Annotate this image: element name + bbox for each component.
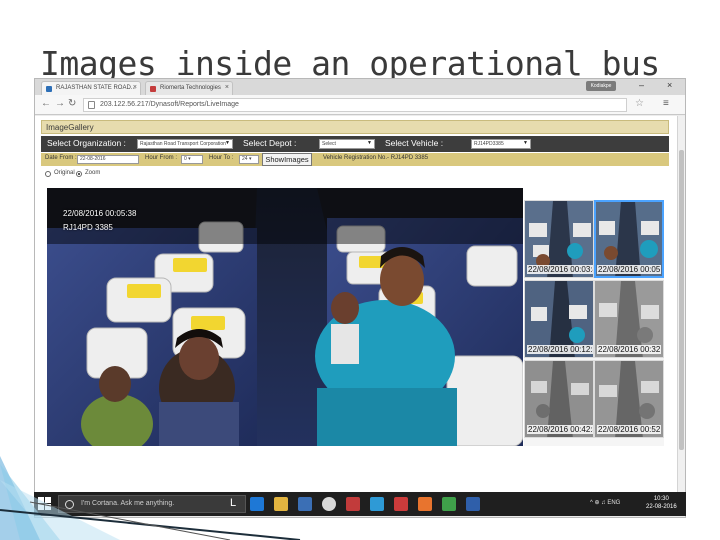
org-select-value: Rajasthan Road Transport Corporation — [140, 141, 226, 147]
thumbnail-timestamp: 22/08/2016 00:12:50 — [527, 345, 593, 354]
thumbnail-timestamp: 22/08/2016 00:32 — [597, 345, 662, 354]
page-scrollbar[interactable] — [677, 116, 685, 496]
thumbnail-2[interactable]: 22/08/2016 00:05 — [594, 200, 664, 278]
browser-menu-icon[interactable]: ≡ — [663, 98, 669, 109]
reload-icon[interactable]: ↻ — [68, 98, 76, 109]
windows-taskbar: I'm Cortana. Ask me anything. L ^ ⊕ ♫ EN… — [34, 492, 686, 516]
hour-from-select[interactable]: 0 ▾ — [181, 155, 203, 164]
vehicle-registration: Vehicle Registration No.- RJ14PD 3385 — [323, 155, 429, 161]
thumbnail-grid: 22/08/2016 00:03:48 22/08/2016 00:05 — [524, 200, 664, 446]
profile-badge[interactable]: Kodiakpe — [586, 81, 616, 91]
date-from-label: Date From : — [45, 155, 77, 161]
scrollbar-thumb[interactable] — [679, 150, 684, 450]
edge-icon[interactable] — [250, 497, 264, 511]
main-camera-image[interactable]: 22/08/2016 00:05:38 RJ14PD 3385 — [47, 188, 523, 446]
thumbnail-1[interactable]: 22/08/2016 00:03:48 — [524, 200, 594, 278]
filter-bar: Select Organization : Rajasthan Road Tra… — [41, 136, 669, 152]
tab-close-icon[interactable]: × — [225, 84, 229, 91]
hour-to-value: 24 — [242, 156, 248, 162]
depot-select[interactable]: Select ▼ — [319, 139, 375, 149]
address-bar: ← → ↻ 203.122.56.217/Dynasoft/Reports/Li… — [35, 95, 685, 115]
close-window-icon[interactable]: × — [667, 80, 672, 90]
cortana-placeholder: I'm Cortana. Ask me anything. — [81, 500, 175, 507]
thumbnail-3[interactable]: 22/08/2016 00:12:50 — [524, 280, 594, 358]
chevron-down-icon: ▼ — [225, 140, 230, 146]
app-icon-green[interactable] — [442, 497, 456, 511]
app-icon-orange[interactable] — [418, 497, 432, 511]
radio-zoom[interactable] — [76, 171, 82, 177]
taskbar-clock[interactable]: 10:30 22-08-2016 — [646, 495, 677, 511]
thumbnail-timestamp: 22/08/2016 00:03:48 — [527, 265, 593, 274]
overlay-vehicle: RJ14PD 3385 — [63, 223, 113, 232]
back-icon[interactable]: ← — [41, 98, 51, 109]
forward-icon[interactable]: → — [55, 98, 65, 109]
thumbnail-5[interactable]: 22/08/2016 00:42:35 — [524, 360, 594, 438]
clock-time: 10:30 — [653, 496, 669, 502]
cortana-search-box[interactable]: I'm Cortana. Ask me anything. — [58, 495, 246, 513]
bookmark-star-icon[interactable]: ☆ — [635, 98, 644, 109]
depot-select-value: Select — [322, 141, 336, 147]
system-tray[interactable]: ^ ⊕ ♫ ENG — [590, 499, 620, 506]
tab-riomerta[interactable]: Riomerta Technologies × — [145, 81, 233, 95]
vehicle-select-value: RJ14PD3385 — [474, 141, 504, 147]
vehicle-label: Select Vehicle : — [385, 138, 444, 148]
favicon-icon — [46, 86, 52, 92]
browser-window: RAJASTHAN STATE ROAD... × Riomerta Techn… — [34, 78, 686, 518]
org-label: Select Organization : — [47, 138, 126, 148]
app-icon-blue[interactable] — [466, 497, 480, 511]
chevron-down-icon: ▼ — [367, 140, 372, 146]
bus-interior-illustration — [47, 188, 523, 446]
tab-label: RAJASTHAN STATE ROAD... — [56, 85, 136, 91]
radio-zoom-label: Zoom — [85, 170, 101, 176]
overlay-timestamp: 22/08/2016 00:05:38 — [63, 209, 137, 218]
clock-date: 22-08-2016 — [646, 504, 677, 510]
show-images-button[interactable]: ShowImages — [262, 153, 312, 166]
cortana-icon — [65, 500, 74, 509]
radio-original[interactable] — [45, 171, 51, 177]
hour-to-label: Hour To : — [209, 155, 234, 161]
tab-close-icon[interactable]: × — [133, 84, 137, 91]
file-explorer-icon[interactable] — [274, 497, 288, 511]
minimize-icon[interactable]: – — [639, 80, 644, 90]
gallery-header: ImageGallery — [41, 120, 669, 134]
windows-start-icon[interactable] — [38, 497, 52, 511]
hour-to-select[interactable]: 24 ▾ — [239, 155, 259, 164]
thumbnail-6[interactable]: 22/08/2016 00:52 — [594, 360, 664, 438]
radio-original-label: Original — [54, 170, 75, 176]
skype-icon[interactable] — [370, 497, 384, 511]
tab-bar: RAJASTHAN STATE ROAD... × Riomerta Techn… — [35, 79, 685, 95]
thumbnail-4[interactable]: 22/08/2016 00:32 — [594, 280, 664, 358]
app-icon-maroon[interactable] — [394, 497, 408, 511]
vehicle-select[interactable]: RJ14PD3385 ▼ — [471, 139, 531, 149]
thumbnail-timestamp: 22/08/2016 00:05 — [597, 265, 662, 274]
thumbnail-timestamp: 22/08/2016 00:42:35 — [527, 425, 593, 434]
task-view-icon[interactable]: L — [230, 497, 236, 509]
org-select[interactable]: Rajasthan Road Transport Corporation ▼ — [137, 139, 233, 149]
thumbnail-timestamp: 22/08/2016 00:52 — [597, 425, 662, 434]
url-input[interactable]: 203.122.56.217/Dynasoft/Reports/LiveImag… — [83, 98, 627, 112]
hour-from-label: Hour From : — [145, 155, 178, 161]
depot-label: Select Depot : — [243, 138, 297, 148]
tab-label: Riomerta Technologies — [160, 85, 221, 91]
tab-rajasthan[interactable]: RAJASTHAN STATE ROAD... × — [41, 81, 141, 95]
date-filter-bar: Date From : 22-08-2016 Hour From : 0 ▾ H… — [41, 153, 669, 166]
date-from-input[interactable]: 22-08-2016 — [77, 155, 139, 164]
chevron-down-icon: ▼ — [523, 140, 528, 146]
app-icon-red[interactable] — [346, 497, 360, 511]
page-icon — [88, 101, 95, 109]
favicon-icon — [150, 86, 156, 92]
hour-from-value: 0 — [184, 156, 187, 162]
slide: Images inside an operational bus × RAJAS… — [0, 0, 720, 540]
page-content: ImageGallery Select Organization : Rajas… — [35, 116, 685, 496]
store-icon[interactable] — [298, 497, 312, 511]
chrome-icon[interactable] — [322, 497, 336, 511]
